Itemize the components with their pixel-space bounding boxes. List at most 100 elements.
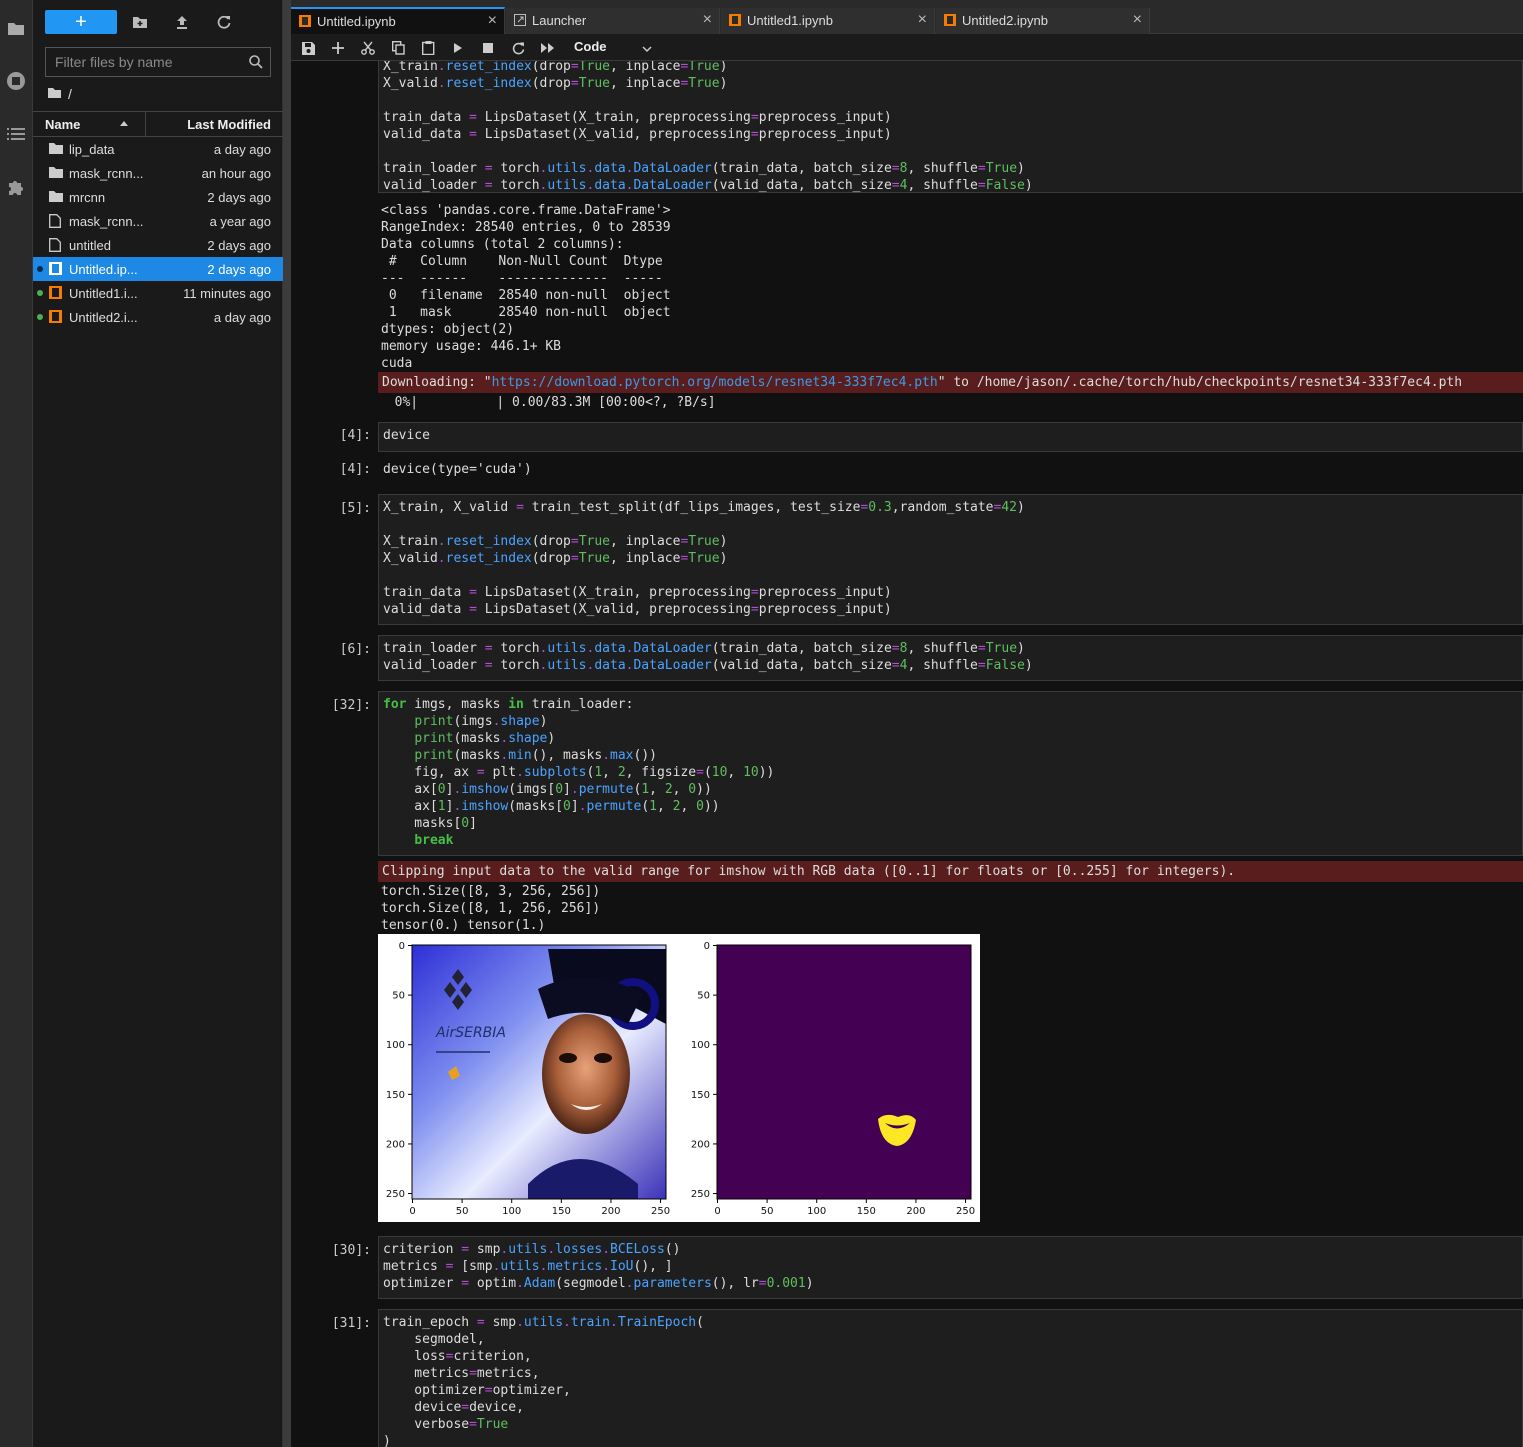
download-suffix: " to /home/jason/.cache/torch/hub/checkp… (937, 375, 1463, 390)
upload-icon[interactable] (171, 10, 193, 34)
tab-untitled[interactable]: Untitled.ipynb × (291, 7, 505, 34)
code-cell-partial[interactable]: X_train.reset_index(drop=True, inplace=T… (378, 61, 1523, 193)
sort-ascending-icon (120, 121, 128, 126)
extension-icon[interactable] (5, 176, 27, 198)
running-icon[interactable] (5, 70, 27, 92)
folder-icon[interactable] (5, 17, 27, 39)
restart-icon[interactable] (510, 40, 526, 56)
tab-untitled1[interactable]: Untitled1.ipynb × (721, 8, 935, 34)
mask-subplot (716, 944, 972, 1200)
file-row[interactable]: mask_rcnn... a year ago (33, 209, 283, 233)
file-name: mask_rcnn... (69, 214, 144, 229)
shape-output: torch.Size([8, 3, 256, 256]) torch.Size(… (381, 884, 601, 933)
stderr-warning-output: Clipping input data to the valid range f… (378, 861, 1523, 882)
file-icon (49, 214, 63, 228)
notebook-icon (49, 262, 63, 276)
refresh-icon[interactable] (213, 10, 235, 34)
breadcrumb-path[interactable]: / (68, 86, 72, 102)
file-row[interactable]: Untitled2.i... a day ago (33, 305, 283, 329)
cell-prompt: [4]: (339, 428, 371, 443)
code-line: train_epoch = smp.utils.train.TrainEpoch… (383, 1315, 704, 1447)
x-tick-label: 150 (552, 1206, 571, 1217)
notebook-toolbar: Code (291, 34, 1523, 61)
close-icon[interactable]: × (918, 11, 927, 29)
sidebar-splitter[interactable] (283, 0, 291, 1447)
x-tick-label: 0 (409, 1206, 415, 1217)
tab-label: Untitled.ipynb (317, 14, 396, 29)
x-tick-label: 250 (651, 1206, 670, 1217)
code-line: device (383, 428, 430, 443)
code-cell[interactable]: device (378, 422, 1523, 452)
file-row[interactable]: untitled 2 days ago (33, 233, 283, 257)
chevron-down-icon (642, 41, 652, 56)
name-column-header[interactable]: Name (33, 112, 146, 136)
file-modified: a day ago (213, 310, 271, 325)
file-modified: an hour ago (201, 166, 271, 181)
run-icon[interactable] (450, 40, 466, 56)
running-indicator-icon (37, 290, 43, 296)
tab-untitled2[interactable]: Untitled2.ipynb × (936, 8, 1150, 34)
file-browser: + / Name Last Modified lip_dataa day ago… (33, 0, 283, 1447)
x-tick-label: 50 (456, 1206, 469, 1217)
cell-prompt: [5]: (339, 501, 371, 516)
code-cell[interactable]: criterion = smp.utils.losses.BCELoss() m… (378, 1236, 1523, 1299)
y-tick-label: 250 (691, 1189, 710, 1200)
running-indicator-icon (37, 266, 43, 272)
notebook-icon (299, 15, 311, 27)
activity-bar (0, 0, 33, 1447)
filter-field[interactable] (45, 47, 271, 77)
modified-column-header[interactable]: Last Modified (187, 117, 271, 132)
insert-cell-icon[interactable] (330, 40, 346, 56)
search-icon (248, 54, 264, 73)
new-launcher-button[interactable]: + (45, 10, 117, 34)
tab-label: Untitled1.ipynb (747, 13, 833, 28)
cell-type-select[interactable]: Code (574, 39, 652, 54)
copy-icon[interactable] (390, 40, 406, 56)
image-logo-text: AirSERBIA (435, 1025, 506, 1041)
matplotlib-figure: AirSERBIA 0 50 100 150 200 250 0 50 100 150 200 250… (378, 934, 980, 1222)
notebook-content[interactable]: X_train.reset_index(drop=True, inplace=T… (291, 61, 1523, 1447)
file-name: Untitled1.i... (69, 286, 138, 301)
figure-canvas: AirSERBIA 0 50 100 150 200 250 0 50 100 150 200 250… (386, 941, 975, 1217)
breadcrumb[interactable]: / (47, 86, 72, 102)
code-cell[interactable]: for imgs, masks in train_loader: print(i… (378, 691, 1523, 856)
file-row[interactable]: Untitled1.i... 11 minutes ago (33, 281, 283, 305)
download-url[interactable]: https://download.pytorch.org/models/resn… (492, 375, 938, 390)
download-progress: 0%| | 0.00/83.3M [00:00<?, ?B/s] (379, 395, 716, 410)
y-tick-label: 0 (704, 941, 710, 952)
code-cell[interactable]: train_loader = torch.utils.data.DataLoad… (378, 635, 1523, 681)
notebook-icon (729, 14, 741, 26)
file-name: lip_data (69, 142, 115, 157)
filter-input[interactable] (55, 54, 241, 70)
file-row[interactable]: mask_rcnn... an hour ago (33, 161, 283, 185)
y-tick-label: 150 (386, 1090, 405, 1101)
stop-icon[interactable] (480, 40, 496, 56)
paste-icon[interactable] (420, 40, 436, 56)
x-tick-label: 250 (956, 1206, 975, 1217)
close-icon[interactable]: × (703, 11, 712, 29)
file-name: untitled (69, 238, 111, 253)
file-row[interactable]: lip_data a day ago (33, 137, 283, 161)
tab-launcher[interactable]: Launcher × (506, 8, 720, 34)
launcher-icon (514, 14, 526, 26)
file-row[interactable]: mrcnn 2 days ago (33, 185, 283, 209)
code-cell[interactable]: train_epoch = smp.utils.train.TrainEpoch… (378, 1309, 1523, 1447)
y-tick-label: 50 (392, 991, 405, 1002)
file-name: Untitled.ip... (69, 262, 138, 277)
notebook-icon (944, 14, 956, 26)
file-row[interactable]: Untitled.ip... 2 days ago (33, 257, 283, 281)
close-icon[interactable]: × (488, 12, 497, 30)
fast-forward-icon[interactable] (540, 40, 556, 56)
warning-text: Clipping input data to the valid range f… (382, 864, 1236, 879)
close-icon[interactable]: × (1133, 11, 1142, 29)
new-folder-icon[interactable] (129, 10, 151, 34)
tab-bar: Untitled.ipynb × Launcher × Untitled1.ip… (291, 0, 1523, 34)
cell-prompt: [31]: (331, 1316, 371, 1331)
image-subplot: AirSERBIA (411, 944, 667, 1200)
cut-icon[interactable] (360, 40, 376, 56)
code-cell[interactable]: X_train, X_valid = train_test_split(df_l… (378, 494, 1523, 625)
cell-prompt: [32]: (331, 698, 371, 713)
save-icon[interactable] (300, 40, 316, 56)
output-prompt: [4]: (339, 462, 371, 477)
toc-icon[interactable] (5, 123, 27, 145)
